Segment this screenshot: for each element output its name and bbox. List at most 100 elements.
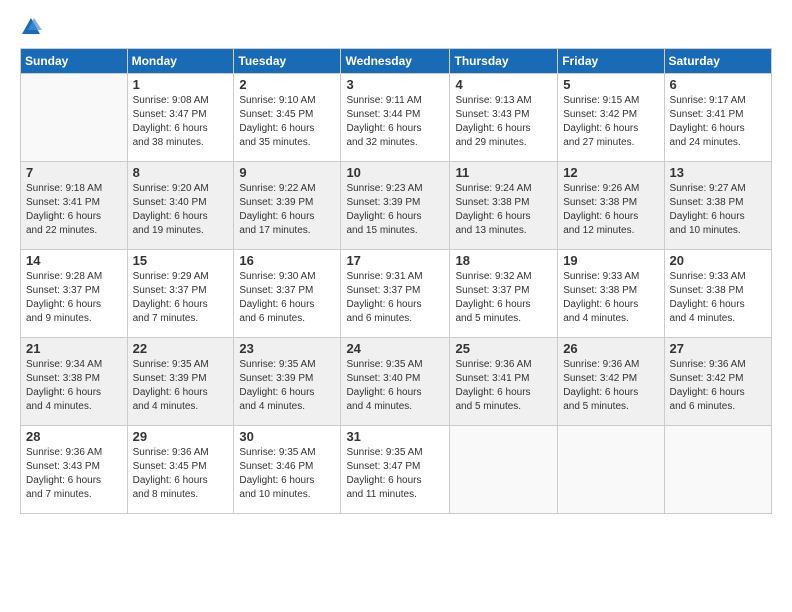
day-detail: Sunrise: 9:31 AM Sunset: 3:37 PM Dayligh… bbox=[346, 270, 444, 326]
day-number: 6 bbox=[670, 77, 766, 92]
day-number: 25 bbox=[455, 341, 552, 356]
day-detail: Sunrise: 9:34 AM Sunset: 3:38 PM Dayligh… bbox=[26, 358, 122, 414]
calendar-cell: 11Sunrise: 9:24 AM Sunset: 3:38 PM Dayli… bbox=[450, 162, 558, 250]
header-sunday: Sunday bbox=[21, 49, 128, 74]
day-number: 5 bbox=[563, 77, 658, 92]
day-number: 27 bbox=[670, 341, 766, 356]
calendar-cell: 5Sunrise: 9:15 AM Sunset: 3:42 PM Daylig… bbox=[558, 74, 664, 162]
calendar: SundayMondayTuesdayWednesdayThursdayFrid… bbox=[20, 48, 772, 514]
header-wednesday: Wednesday bbox=[341, 49, 450, 74]
calendar-cell bbox=[450, 426, 558, 514]
day-detail: Sunrise: 9:35 AM Sunset: 3:39 PM Dayligh… bbox=[133, 358, 229, 414]
header-thursday: Thursday bbox=[450, 49, 558, 74]
day-detail: Sunrise: 9:29 AM Sunset: 3:37 PM Dayligh… bbox=[133, 270, 229, 326]
day-detail: Sunrise: 9:35 AM Sunset: 3:39 PM Dayligh… bbox=[239, 358, 335, 414]
logo-icon bbox=[20, 16, 42, 38]
calendar-cell: 20 Sunrise: 9:33 AM Sunset: 3:38 PM Dayli… bbox=[664, 250, 771, 338]
day-detail: Sunrise: 9:17 AM Sunset: 3:41 PM Dayligh… bbox=[670, 94, 766, 150]
day-number: 31 bbox=[346, 429, 444, 444]
day-number: 1 bbox=[133, 77, 229, 92]
calendar-cell: 24 Sunrise: 9:35 AM Sunset: 3:40 PM Dayli… bbox=[341, 338, 450, 426]
header-tuesday: Tuesday bbox=[234, 49, 341, 74]
day-detail: Sunrise: 9:18 AM Sunset: 3:41 PM Dayligh… bbox=[26, 182, 122, 238]
header-monday: Monday bbox=[127, 49, 234, 74]
calendar-cell: 30 Sunrise: 9:35 AM Sunset: 3:46 PM Dayli… bbox=[234, 426, 341, 514]
calendar-cell: 16 Sunrise: 9:30 AM Sunset: 3:37 PM Dayli… bbox=[234, 250, 341, 338]
day-number: 26 bbox=[563, 341, 658, 356]
calendar-cell bbox=[664, 426, 771, 514]
day-number: 12 bbox=[563, 165, 658, 180]
day-detail: Sunrise: 9:33 AM Sunset: 3:38 PM Dayligh… bbox=[563, 270, 658, 326]
day-detail: Sunrise: 9:11 AM Sunset: 3:44 PM Dayligh… bbox=[346, 94, 444, 150]
calendar-cell: 2Sunrise: 9:10 AM Sunset: 3:45 PM Daylig… bbox=[234, 74, 341, 162]
calendar-cell: 27Sunrise: 9:36 AM Sunset: 3:42 PM Dayli… bbox=[664, 338, 771, 426]
day-number: 9 bbox=[239, 165, 335, 180]
calendar-cell: 21 Sunrise: 9:34 AM Sunset: 3:38 PM Dayli… bbox=[21, 338, 128, 426]
calendar-cell: 13 Sunrise: 9:27 AM Sunset: 3:38 PM Dayli… bbox=[664, 162, 771, 250]
day-detail: Sunrise: 9:23 AM Sunset: 3:39 PM Dayligh… bbox=[346, 182, 444, 238]
day-number: 23 bbox=[239, 341, 335, 356]
day-number: 10 bbox=[346, 165, 444, 180]
day-number: 30 bbox=[239, 429, 335, 444]
day-number: 13 bbox=[670, 165, 766, 180]
calendar-cell: 8Sunrise: 9:20 AM Sunset: 3:40 PM Daylig… bbox=[127, 162, 234, 250]
day-number: 24 bbox=[346, 341, 444, 356]
day-detail: Sunrise: 9:22 AM Sunset: 3:39 PM Dayligh… bbox=[239, 182, 335, 238]
calendar-cell: 26Sunrise: 9:36 AM Sunset: 3:42 PM Dayli… bbox=[558, 338, 664, 426]
day-detail: Sunrise: 9:30 AM Sunset: 3:37 PM Dayligh… bbox=[239, 270, 335, 326]
day-detail: Sunrise: 9:20 AM Sunset: 3:40 PM Dayligh… bbox=[133, 182, 229, 238]
day-number: 3 bbox=[346, 77, 444, 92]
calendar-cell: 14Sunrise: 9:28 AM Sunset: 3:37 PM Dayli… bbox=[21, 250, 128, 338]
day-number: 29 bbox=[133, 429, 229, 444]
calendar-cell bbox=[558, 426, 664, 514]
day-detail: Sunrise: 9:32 AM Sunset: 3:37 PM Dayligh… bbox=[455, 270, 552, 326]
day-detail: Sunrise: 9:36 AM Sunset: 3:43 PM Dayligh… bbox=[26, 446, 122, 502]
day-number: 18 bbox=[455, 253, 552, 268]
calendar-cell: 28Sunrise: 9:36 AM Sunset: 3:43 PM Dayli… bbox=[21, 426, 128, 514]
day-number: 20 bbox=[670, 253, 766, 268]
calendar-cell: 15 Sunrise: 9:29 AM Sunset: 3:37 PM Dayli… bbox=[127, 250, 234, 338]
header-friday: Friday bbox=[558, 49, 664, 74]
calendar-cell: 9 Sunrise: 9:22 AM Sunset: 3:39 PM Daylig… bbox=[234, 162, 341, 250]
calendar-week-3: 14Sunrise: 9:28 AM Sunset: 3:37 PM Dayli… bbox=[21, 250, 772, 338]
calendar-cell: 1 Sunrise: 9:08 AM Sunset: 3:47 PM Daylig… bbox=[127, 74, 234, 162]
day-number: 21 bbox=[26, 341, 122, 356]
day-number: 14 bbox=[26, 253, 122, 268]
day-number: 15 bbox=[133, 253, 229, 268]
calendar-cell: 18 Sunrise: 9:32 AM Sunset: 3:37 PM Dayli… bbox=[450, 250, 558, 338]
logo bbox=[20, 18, 46, 38]
day-number: 16 bbox=[239, 253, 335, 268]
header bbox=[20, 18, 772, 38]
day-detail: Sunrise: 9:27 AM Sunset: 3:38 PM Dayligh… bbox=[670, 182, 766, 238]
calendar-cell bbox=[21, 74, 128, 162]
calendar-cell: 22 Sunrise: 9:35 AM Sunset: 3:39 PM Dayli… bbox=[127, 338, 234, 426]
calendar-cell: 17Sunrise: 9:31 AM Sunset: 3:37 PM Dayli… bbox=[341, 250, 450, 338]
day-detail: Sunrise: 9:35 AM Sunset: 3:47 PM Dayligh… bbox=[346, 446, 444, 502]
calendar-week-1: 1 Sunrise: 9:08 AM Sunset: 3:47 PM Daylig… bbox=[21, 74, 772, 162]
day-detail: Sunrise: 9:35 AM Sunset: 3:40 PM Dayligh… bbox=[346, 358, 444, 414]
page: SundayMondayTuesdayWednesdayThursdayFrid… bbox=[0, 0, 792, 612]
day-detail: Sunrise: 9:13 AM Sunset: 3:43 PM Dayligh… bbox=[455, 94, 552, 150]
calendar-cell: 10 Sunrise: 9:23 AM Sunset: 3:39 PM Dayli… bbox=[341, 162, 450, 250]
day-number: 19 bbox=[563, 253, 658, 268]
day-detail: Sunrise: 9:08 AM Sunset: 3:47 PM Dayligh… bbox=[133, 94, 229, 150]
calendar-cell: 25 Sunrise: 9:36 AM Sunset: 3:41 PM Dayli… bbox=[450, 338, 558, 426]
calendar-cell: 4 Sunrise: 9:13 AM Sunset: 3:43 PM Daylig… bbox=[450, 74, 558, 162]
calendar-week-2: 7 Sunrise: 9:18 AM Sunset: 3:41 PM Daylig… bbox=[21, 162, 772, 250]
calendar-week-5: 28Sunrise: 9:36 AM Sunset: 3:43 PM Dayli… bbox=[21, 426, 772, 514]
calendar-week-4: 21 Sunrise: 9:34 AM Sunset: 3:38 PM Dayli… bbox=[21, 338, 772, 426]
day-number: 4 bbox=[455, 77, 552, 92]
calendar-header-row: SundayMondayTuesdayWednesdayThursdayFrid… bbox=[21, 49, 772, 74]
calendar-cell: 19 Sunrise: 9:33 AM Sunset: 3:38 PM Dayli… bbox=[558, 250, 664, 338]
day-detail: Sunrise: 9:35 AM Sunset: 3:46 PM Dayligh… bbox=[239, 446, 335, 502]
day-detail: Sunrise: 9:10 AM Sunset: 3:45 PM Dayligh… bbox=[239, 94, 335, 150]
day-detail: Sunrise: 9:33 AM Sunset: 3:38 PM Dayligh… bbox=[670, 270, 766, 326]
day-detail: Sunrise: 9:36 AM Sunset: 3:41 PM Dayligh… bbox=[455, 358, 552, 414]
day-number: 7 bbox=[26, 165, 122, 180]
day-number: 22 bbox=[133, 341, 229, 356]
calendar-cell: 12Sunrise: 9:26 AM Sunset: 3:38 PM Dayli… bbox=[558, 162, 664, 250]
calendar-cell: 31 Sunrise: 9:35 AM Sunset: 3:47 PM Dayli… bbox=[341, 426, 450, 514]
day-number: 11 bbox=[455, 165, 552, 180]
calendar-cell: 29Sunrise: 9:36 AM Sunset: 3:45 PM Dayli… bbox=[127, 426, 234, 514]
calendar-cell: 7 Sunrise: 9:18 AM Sunset: 3:41 PM Daylig… bbox=[21, 162, 128, 250]
